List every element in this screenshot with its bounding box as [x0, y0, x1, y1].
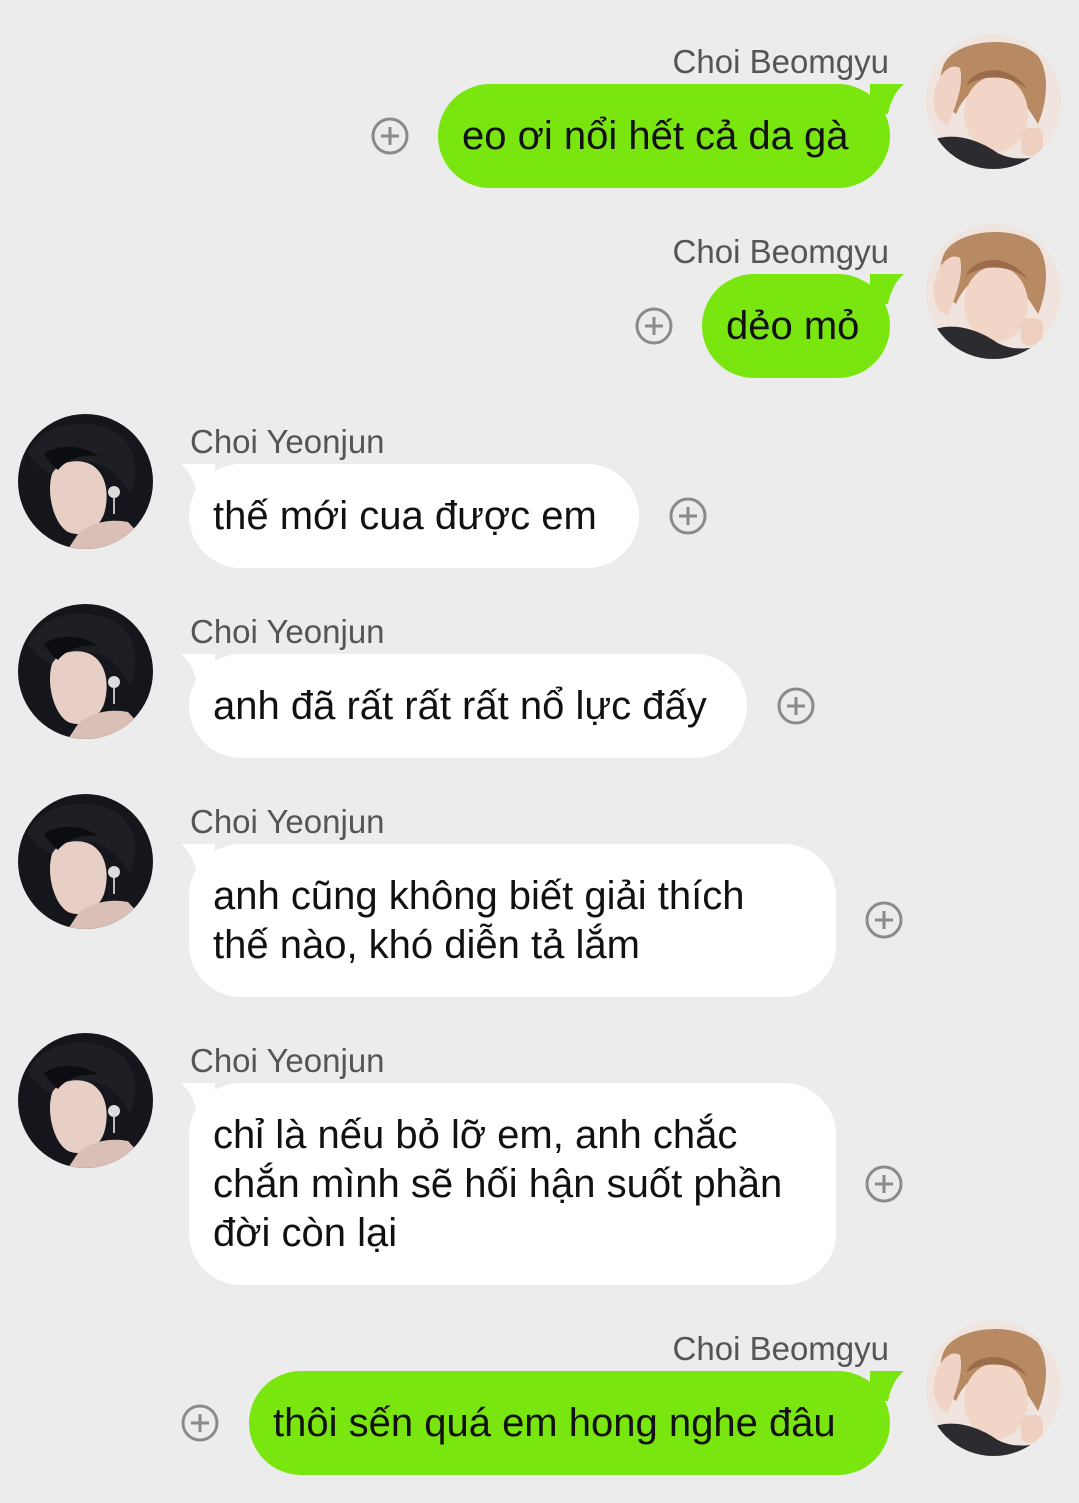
message-row: Choi Yeonjun anh cũng không biết giải th…: [0, 760, 1079, 1000]
sender-name: Choi Beomgyu: [672, 43, 889, 80]
yeonjun-avatar[interactable]: [18, 414, 153, 549]
message-text: eo ơi nổi hết cả da gà: [462, 114, 849, 158]
message-row: Choi Beomgyu dẻo mỏ: [0, 190, 1079, 380]
sender-name: Choi Yeonjun: [190, 613, 385, 650]
sender-name: Choi Beomgyu: [672, 1330, 889, 1367]
bubble-tail: [870, 274, 904, 304]
message-bubble[interactable]: eo ơi nổi hết cả da gà: [438, 84, 890, 188]
message-row: Choi Yeonjun chỉ là nếu bỏ lỡ em, anh ch…: [0, 999, 1079, 1289]
message-row: Choi Yeonjun thế mới cua được em: [0, 380, 1079, 570]
message-row: Choi Beomgyu thôi sến quá em hong nghe đ…: [0, 1287, 1079, 1497]
message-row: Choi Beomgyu eo ơi nổi hết cả da gà: [0, 0, 1079, 190]
message-bubble[interactable]: anh cũng không biết giải thích thế nào, …: [189, 844, 836, 997]
message-row: Choi Yeonjun anh đã rất rất rất nổ lực đ…: [0, 570, 1079, 760]
message-bubble[interactable]: anh đã rất rất rất nổ lực đấy: [189, 654, 747, 758]
add-circle-icon[interactable]: [635, 307, 673, 345]
message-text: dẻo mỏ: [726, 304, 860, 348]
bubble-tail: [181, 844, 215, 874]
beomgyu-avatar[interactable]: [926, 1321, 1061, 1456]
sender-name: Choi Yeonjun: [190, 1042, 385, 1079]
add-circle-icon[interactable]: [865, 901, 903, 939]
message-text: anh đã rất rất rất nổ lực đấy: [213, 684, 707, 728]
sender-name: Choi Yeonjun: [190, 803, 385, 840]
bubble-tail: [870, 1371, 904, 1401]
sender-name: Choi Beomgyu: [672, 233, 889, 270]
message-text: chỉ là nếu bỏ lỡ em, anh chắc chắn mình …: [213, 1113, 783, 1255]
message-bubble[interactable]: chỉ là nếu bỏ lỡ em, anh chắc chắn mình …: [189, 1083, 836, 1285]
message-text: thế mới cua được em: [213, 494, 597, 538]
add-circle-icon[interactable]: [865, 1165, 903, 1203]
message-text: thôi sến quá em hong nghe đâu: [273, 1401, 836, 1445]
message-bubble[interactable]: thế mới cua được em: [189, 464, 639, 568]
message-bubble[interactable]: thôi sến quá em hong nghe đâu: [249, 1371, 890, 1475]
beomgyu-avatar[interactable]: [926, 224, 1061, 359]
sender-name: Choi Yeonjun: [190, 423, 385, 460]
message-text: anh cũng không biết giải thích thế nào, …: [213, 874, 745, 967]
add-circle-icon[interactable]: [371, 117, 409, 155]
add-circle-icon[interactable]: [181, 1404, 219, 1442]
add-circle-icon[interactable]: [777, 687, 815, 725]
yeonjun-avatar[interactable]: [18, 1033, 153, 1168]
yeonjun-avatar[interactable]: [18, 604, 153, 739]
message-bubble[interactable]: dẻo mỏ: [702, 274, 890, 378]
bubble-tail: [181, 464, 215, 494]
beomgyu-avatar[interactable]: [926, 34, 1061, 169]
bubble-tail: [181, 1083, 215, 1113]
bubble-tail: [870, 84, 904, 114]
yeonjun-avatar[interactable]: [18, 794, 153, 929]
bubble-tail: [181, 654, 215, 684]
add-circle-icon[interactable]: [669, 497, 707, 535]
